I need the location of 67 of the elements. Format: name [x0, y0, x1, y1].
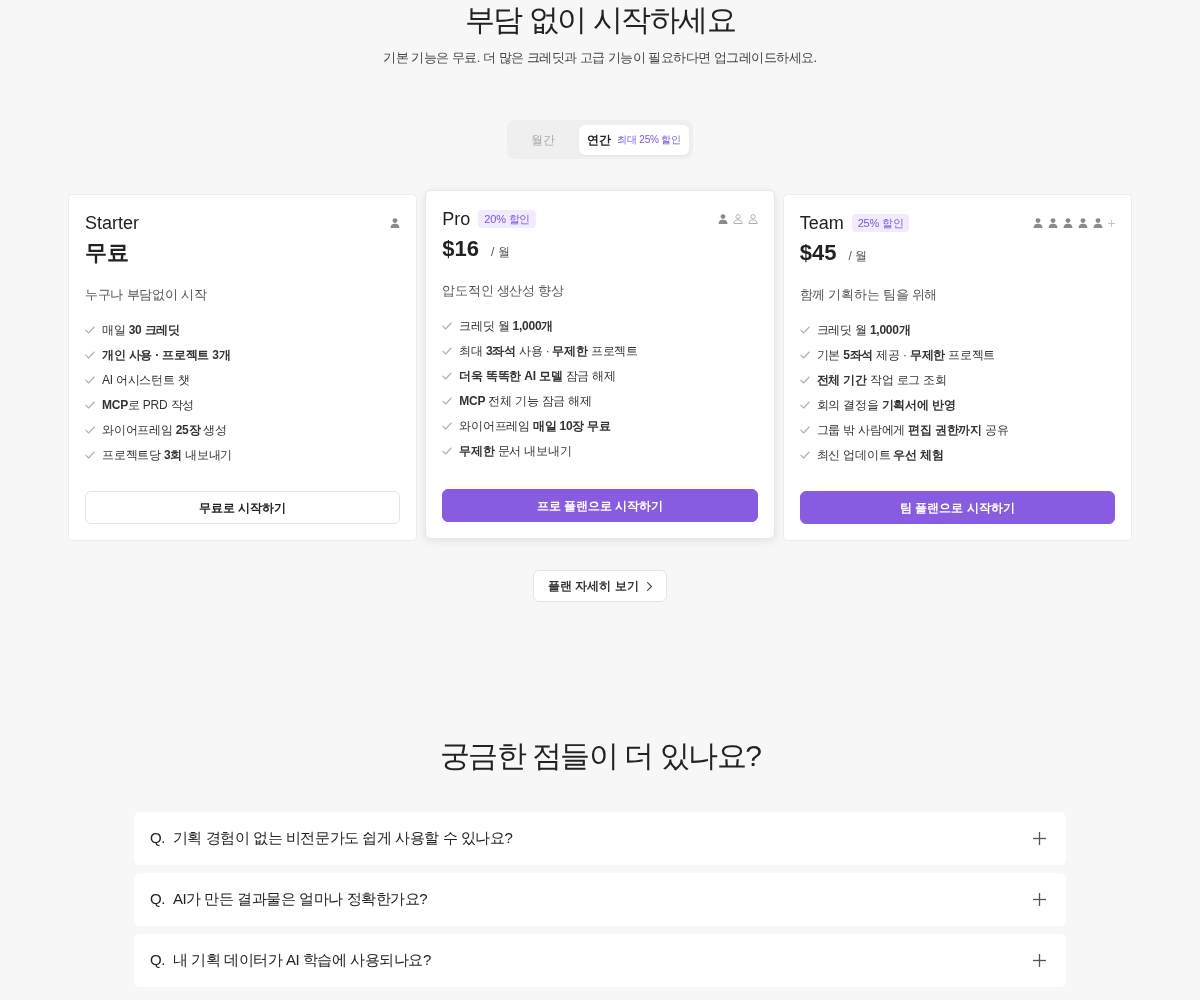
feature-text: 크레딧 월 1,000개 — [459, 317, 554, 335]
feature-text: MCP 전체 기능 잠금 해제 — [459, 392, 592, 410]
faq-item[interactable]: Q. AI가 만든 결과물은 얼마나 정확한가요? — [134, 873, 1066, 926]
check-icon — [85, 400, 95, 409]
feature-text: 와이어프레임 25장 생성 — [102, 421, 227, 439]
check-icon — [799, 450, 810, 459]
check-icon — [85, 450, 95, 459]
check-icon — [799, 375, 810, 384]
feature-text: 무제한 문서 내보내기 — [459, 442, 572, 460]
check-icon — [442, 446, 453, 455]
check-icon — [85, 425, 95, 434]
feature-text: 회의 결정을 기획서에 반영 — [816, 396, 956, 414]
question-text: 기획 경험이 없는 비전문가도 쉽게 사용할 수 있나요? — [172, 828, 513, 849]
feature-text: MCP로 PRD 작성 — [102, 396, 195, 414]
question-prefix: Q. — [150, 828, 165, 849]
check-icon — [799, 350, 810, 359]
faq-title: 궁금한 점들이 더 있나요? — [439, 738, 761, 774]
faq-item[interactable]: Q. 내 기획 데이터가 AI 학습에 사용되나요? — [134, 934, 1066, 987]
check-icon — [799, 400, 810, 409]
feature-text: 와이어프레임 매일 10장 무료 — [459, 417, 611, 435]
check-icon — [799, 325, 810, 334]
check-icon — [85, 375, 95, 384]
check-icon — [442, 346, 453, 355]
check-icon — [442, 371, 453, 380]
feature-text: 프로젝트당 3회 내보내기 — [102, 446, 233, 464]
plan-name: Team — [799, 212, 844, 235]
discount-badge: 25% 할인 — [851, 214, 910, 232]
discount-badge: 20% 할인 — [478, 210, 537, 228]
feature-text: 크레딧 월 1,000개 — [816, 321, 911, 339]
plan-button[interactable]: 프로 플랜으로 시작하기 — [442, 489, 758, 522]
feature-text: 매일 30 크레딧 — [102, 321, 180, 339]
check-icon — [442, 421, 453, 430]
check-icon — [442, 396, 453, 405]
feature-text: 기본 5좌석 제공 · 무제한 프로젝트 — [816, 346, 996, 364]
plan-price: $45 — [799, 239, 837, 267]
plan-button[interactable]: 무료로 시작하기 — [85, 491, 401, 524]
feature-text: 전체 기간 작업 로그 조회 — [816, 371, 947, 389]
check-icon — [85, 350, 95, 359]
page-subtitle: 기본 기능은 무료. 더 많은 크레딧과 고급 기능이 필요하다면 업그레이드하세요. — [383, 49, 817, 67]
plan-description: 함께 기획하는 팀을 위해 — [799, 286, 939, 304]
check-icon — [799, 425, 810, 434]
faq-item[interactable]: Q. 기획 경험이 없는 비전문가도 쉽게 사용할 수 있나요? — [134, 812, 1066, 865]
price-period: / 월 — [491, 244, 510, 261]
plan-details-button[interactable]: 플랜 자세히 보기 — [533, 570, 667, 602]
question-prefix: Q. — [150, 889, 165, 910]
billing-tab[interactable]: 연간 최대 25% 할인 — [579, 124, 689, 155]
feature-text: 더욱 똑똑한 AI 모델 잠금 해제 — [459, 367, 616, 385]
check-icon — [85, 325, 95, 334]
feature-text: 그룹 밖 사람에게 편집 권한까지 공유 — [816, 421, 1009, 439]
plan-description: 누구나 부담없이 시작 — [85, 286, 208, 304]
question-prefix: Q. — [150, 950, 165, 971]
plan-price: 무료 — [85, 239, 129, 267]
plan-price: $16 — [442, 235, 480, 263]
plan-name: Pro — [442, 208, 471, 231]
feature-text: 개인 사용 · 프로젝트 3개 — [102, 346, 231, 364]
feature-text: 최대 3좌석 사용 · 무제한 프로젝트 — [459, 342, 638, 360]
feature-text: AI 어시스턴트 챗 — [102, 371, 190, 389]
plan-name: Starter — [85, 212, 140, 235]
page-title: 부담 없이 시작하세요 — [464, 2, 736, 38]
check-icon — [442, 321, 453, 330]
question-text: AI가 만든 결과물은 얼마나 정확한가요? — [172, 889, 428, 910]
plan-description: 압도적인 생산성 향상 — [442, 282, 565, 300]
feature-text: 최신 업데이트 우선 체험 — [816, 446, 944, 464]
question-text: 내 기획 데이터가 AI 학습에 사용되나요? — [172, 950, 431, 971]
price-period: / 월 — [848, 248, 868, 265]
chevron-right-icon — [646, 581, 652, 591]
plan-button[interactable]: 팀 플랜으로 시작하기 — [799, 491, 1115, 524]
